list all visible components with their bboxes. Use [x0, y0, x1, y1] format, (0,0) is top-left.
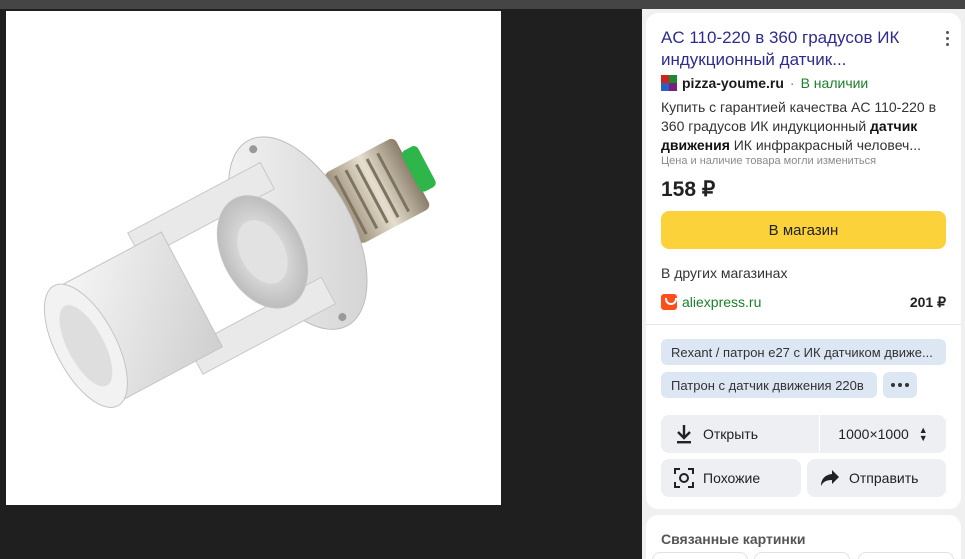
availability-text: В наличии	[800, 75, 869, 91]
related-thumbnail[interactable]	[754, 552, 850, 559]
go-to-shop-button[interactable]: В магазин	[661, 211, 946, 249]
open-button[interactable]: Открыть	[661, 415, 819, 453]
lens-icon	[673, 467, 695, 489]
size-select[interactable]: 1000×1000 ▲ ▼	[820, 415, 946, 453]
main-image[interactable]	[6, 11, 501, 505]
product-card: AC 110-220 в 360 градусов ИК индукционны…	[646, 13, 961, 509]
download-icon	[673, 423, 695, 445]
product-description: Купить с гарантией качества AC 110-220 в…	[661, 99, 937, 153]
product-price: 158 ₽	[661, 178, 716, 201]
tag-chip[interactable]: Патрон с датчик движения 220в	[661, 372, 877, 398]
source-line: pizza-youme.ru · В наличии	[661, 74, 868, 92]
product-title[interactable]: AC 110-220 в 360 градусов ИК индукционны…	[661, 27, 936, 71]
sort-arrows-icon: ▲ ▼	[918, 425, 928, 443]
side-panel: AC 110-220 в 360 градусов ИК индукционны…	[642, 9, 965, 559]
open-label: Открыть	[703, 426, 758, 442]
share-button[interactable]: Отправить	[807, 459, 946, 497]
other-shop-price: 201 ₽	[909, 293, 946, 310]
share-arrow-icon	[819, 467, 841, 489]
top-bar	[0, 0, 965, 9]
site-favicon-icon	[661, 75, 677, 91]
divider	[646, 324, 961, 325]
related-images-card: Связанные картинки	[646, 515, 961, 559]
related-thumbnail[interactable]	[652, 552, 748, 559]
related-images-heading: Связанные картинки	[661, 531, 806, 547]
other-shop-name[interactable]: aliexpress.ru	[682, 294, 761, 310]
share-label: Отправить	[849, 470, 919, 486]
more-vertical-icon[interactable]	[942, 31, 952, 51]
source-domain-link[interactable]: pizza-youme.ru	[682, 75, 784, 91]
tag-chip[interactable]: Rexant / патрон е27 с ИК датчиком движе.…	[661, 339, 946, 365]
more-tags-button[interactable]	[883, 372, 917, 398]
price-note: Цена и наличие товара могли измениться	[661, 155, 877, 167]
aliexpress-icon	[661, 294, 677, 310]
other-shops-heading: В других магазинах	[661, 265, 788, 281]
similar-label: Похожие	[703, 470, 761, 486]
related-thumbnail[interactable]	[858, 552, 954, 559]
other-shop-row[interactable]: aliexpress.ru 201 ₽	[661, 292, 946, 312]
similar-button[interactable]: Похожие	[661, 459, 801, 497]
size-label: 1000×1000	[838, 426, 909, 442]
lamp-socket-sensor-picture	[6, 11, 501, 505]
source-separator: ·	[789, 75, 795, 91]
